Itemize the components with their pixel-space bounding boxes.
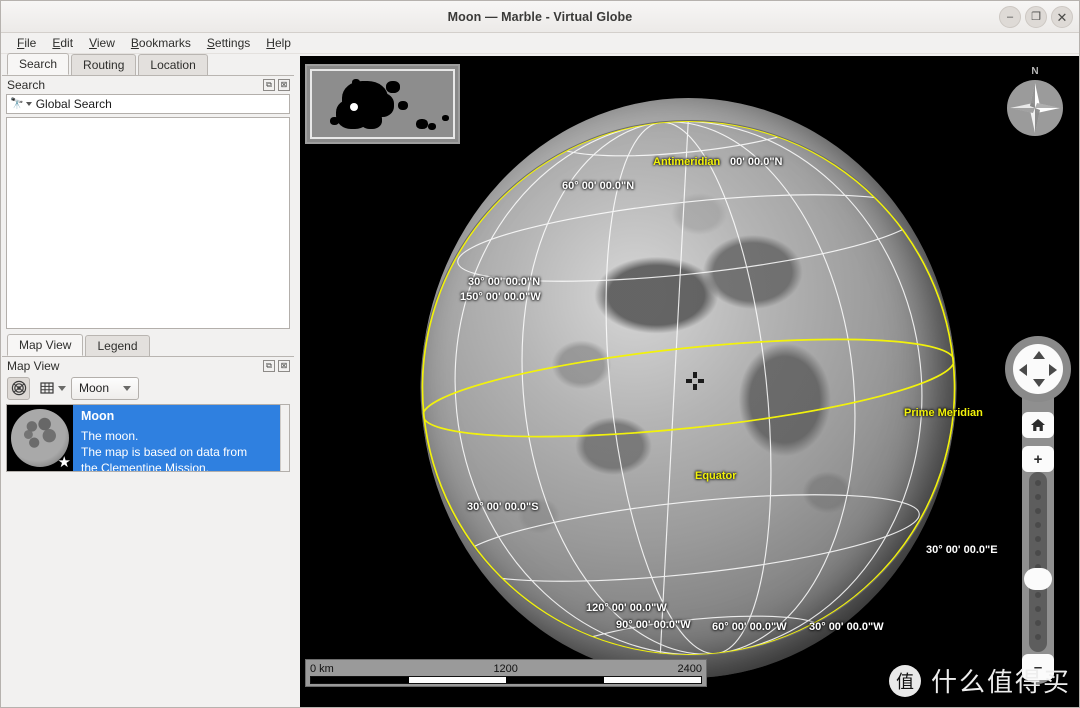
menu-item-view[interactable]: View bbox=[81, 34, 123, 52]
tab-search[interactable]: Search bbox=[7, 53, 70, 75]
arrow-left-icon[interactable] bbox=[1019, 364, 1027, 376]
grid-label: 60° 00' 00.0"N bbox=[562, 180, 635, 192]
arrow-right-icon[interactable] bbox=[1049, 364, 1057, 376]
grid-label: 150° 00' 00.0"W bbox=[460, 291, 541, 303]
tab-location[interactable]: Location bbox=[138, 54, 208, 75]
menu-item-help[interactable]: Help bbox=[258, 34, 299, 52]
theme-line-1: The moon. bbox=[81, 429, 139, 443]
overview-minimap[interactable] bbox=[305, 64, 460, 144]
watermark-logo-icon: 值 bbox=[888, 664, 921, 697]
search-panel-buttons: ⧉ ⊠ bbox=[263, 79, 290, 91]
float-icon[interactable]: ⧉ bbox=[263, 79, 275, 91]
close-panel-icon[interactable]: ⊠ bbox=[278, 360, 290, 372]
celestial-body-value: Moon bbox=[79, 381, 110, 395]
window-controls: – ❐ ✕ bbox=[999, 6, 1073, 28]
grid-label: 30° 00' 00.0"S bbox=[467, 501, 539, 513]
scale-end-label: 2400 bbox=[677, 663, 702, 675]
theme-title: Moon bbox=[81, 409, 115, 423]
minimize-button[interactable]: – bbox=[999, 6, 1021, 28]
close-button[interactable]: ✕ bbox=[1051, 6, 1073, 28]
arrow-down-icon[interactable] bbox=[1033, 379, 1045, 387]
compass-rose-icon[interactable]: N bbox=[1004, 66, 1066, 144]
grid-button-group[interactable] bbox=[35, 377, 66, 400]
menu-bar: File Edit View Bookmarks Settings Help bbox=[1, 33, 1079, 54]
mapview-toolbar: Moon bbox=[2, 375, 294, 401]
pan-control[interactable] bbox=[1005, 336, 1071, 402]
celestial-body-select[interactable]: Moon bbox=[71, 376, 140, 400]
float-icon[interactable]: ⧉ bbox=[263, 360, 275, 372]
grid-icon[interactable] bbox=[35, 377, 58, 400]
watermark-text: 什么值得买 bbox=[930, 668, 1071, 698]
search-input[interactable]: Global Search bbox=[36, 97, 112, 111]
watermark: 值 什么值得买 bbox=[888, 662, 1071, 699]
grid-label: 00' 00.0"N bbox=[730, 156, 783, 168]
search-dock-tabs: Search Routing Location bbox=[2, 53, 294, 76]
scale-start-label: 0 km bbox=[310, 663, 334, 675]
favorite-star-icon: ★ bbox=[57, 454, 71, 471]
scale-bar-ticks bbox=[310, 676, 702, 684]
overview-position-marker bbox=[350, 103, 358, 111]
menu-item-edit[interactable]: Edit bbox=[44, 34, 81, 52]
search-panel-title: Search bbox=[7, 78, 46, 92]
zoom-slider-track[interactable] bbox=[1029, 472, 1047, 652]
map-theme-list[interactable]: ★ Moon The moon. The map is based on dat… bbox=[6, 404, 290, 472]
crosshair-icon bbox=[686, 372, 704, 390]
title-bar: Moon — Marble - Virtual Globe – ❐ ✕ bbox=[1, 1, 1079, 33]
mapview-panel-buttons: ⧉ ⊠ bbox=[263, 360, 290, 372]
maximize-button[interactable]: ❐ bbox=[1025, 6, 1047, 28]
globe-map-view[interactable]: 60° 00' 00.0"N 30° 00' 00.0"N 150° 00' 0… bbox=[300, 56, 1079, 707]
search-panel-header: Search ⧉ ⊠ bbox=[2, 76, 294, 94]
scale-bar-labels: 0 km 1200 2400 bbox=[310, 663, 702, 676]
mapview-panel-header: Map View ⧉ ⊠ bbox=[2, 357, 294, 375]
antimeridian-label: Antimeridian bbox=[653, 156, 721, 168]
grid-dropdown-chevron-icon[interactable] bbox=[58, 385, 66, 391]
marble-main-window: Moon — Marble - Virtual Globe – ❐ ✕ File… bbox=[0, 0, 1080, 708]
pan-control-inner[interactable] bbox=[1013, 344, 1063, 394]
grid-label: 120° 00' 00.0"W bbox=[586, 602, 667, 614]
tab-legend[interactable]: Legend bbox=[85, 335, 150, 356]
window-title: Moon — Marble - Virtual Globe bbox=[447, 9, 633, 24]
left-dock-panel: Search Routing Location Search ⧉ ⊠ 🔭 Glo… bbox=[2, 53, 294, 707]
theme-line-2: The map is based on data from bbox=[81, 445, 248, 459]
navigation-widget[interactable]: + – bbox=[1005, 336, 1071, 688]
overview-minimap-canvas[interactable] bbox=[310, 69, 455, 139]
compass-north-label: N bbox=[1031, 66, 1039, 77]
grid-label: 60° 00' 00.0"W bbox=[712, 621, 787, 633]
search-input-row[interactable]: 🔭 Global Search bbox=[6, 94, 290, 114]
moon-thumbnail: ★ bbox=[7, 405, 73, 471]
tab-map-view[interactable]: Map View bbox=[7, 334, 84, 356]
theme-description: Moon The moon. The map is based on data … bbox=[73, 405, 280, 471]
prime-meridian-label: Prime Meridian bbox=[904, 407, 983, 419]
chevron-down-icon[interactable] bbox=[25, 102, 32, 106]
list-item[interactable]: ★ Moon The moon. The map is based on dat… bbox=[7, 405, 280, 471]
close-panel-icon[interactable]: ⊠ bbox=[278, 79, 290, 91]
grid-label: 30° 00' 00.0"E bbox=[926, 544, 998, 556]
grid-label: 90° 00' 00.0"W bbox=[616, 619, 691, 631]
mapview-dock: Map View Legend Map View ⧉ ⊠ Moon ★ Moon… bbox=[2, 334, 294, 472]
globe-projection-icon[interactable] bbox=[7, 376, 30, 400]
binoculars-icon[interactable]: 🔭 bbox=[7, 98, 26, 110]
compass-dial[interactable] bbox=[1007, 80, 1063, 136]
theme-list-scrollbar[interactable] bbox=[280, 405, 289, 471]
search-results-list[interactable] bbox=[6, 117, 290, 329]
tab-routing[interactable]: Routing bbox=[71, 54, 137, 75]
zoom-in-button[interactable]: + bbox=[1022, 446, 1054, 472]
menu-item-bookmarks[interactable]: Bookmarks bbox=[123, 34, 199, 52]
grid-label: 30° 00' 00.0"W bbox=[809, 621, 884, 633]
chevron-down-icon[interactable] bbox=[123, 385, 132, 391]
menu-item-file[interactable]: File bbox=[9, 34, 44, 52]
zoom-slider-handle[interactable] bbox=[1024, 568, 1052, 590]
equator-label: Equator bbox=[695, 470, 737, 482]
arrow-up-icon[interactable] bbox=[1033, 351, 1045, 359]
theme-line-3: the Clementine Mission. bbox=[81, 461, 210, 471]
mapview-panel-title: Map View bbox=[7, 359, 60, 373]
grid-label: 30° 00' 00.0"N bbox=[468, 276, 541, 288]
scale-bar: 0 km 1200 2400 bbox=[305, 659, 707, 687]
scale-mid-label: 1200 bbox=[493, 663, 518, 675]
home-icon[interactable] bbox=[1022, 412, 1054, 438]
mapview-dock-tabs: Map View Legend bbox=[2, 334, 294, 357]
menu-item-settings[interactable]: Settings bbox=[199, 34, 258, 52]
